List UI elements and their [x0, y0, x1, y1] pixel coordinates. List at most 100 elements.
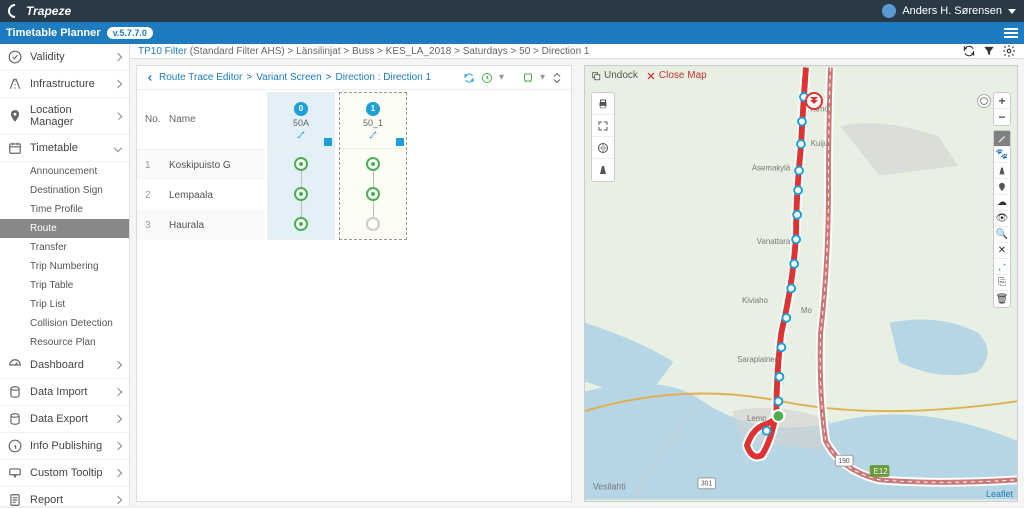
refresh-icon[interactable]: [463, 72, 475, 84]
marker-tool[interactable]: [994, 179, 1010, 195]
breadcrumb-part[interactable]: Direction 1: [542, 46, 590, 57]
road-tool[interactable]: [994, 163, 1010, 179]
table-row[interactable]: 3Haurala: [137, 210, 265, 240]
map-label: Mo: [801, 306, 813, 315]
close-map-button[interactable]: Close Map: [646, 70, 707, 81]
globe-icon: [597, 142, 609, 154]
gear-icon[interactable]: [1002, 44, 1016, 58]
map-route-icon[interactable]: [368, 130, 378, 140]
nav-timetable[interactable]: Timetable: [0, 135, 129, 162]
map-attribution[interactable]: Leaflet: [986, 489, 1013, 499]
row-no: 1: [145, 160, 169, 171]
nav-sub-destination[interactable]: Destination Sign: [0, 181, 129, 200]
nav-sub-transfer[interactable]: Transfer: [0, 238, 129, 257]
fullscreen-button[interactable]: [592, 115, 614, 137]
road-view-button[interactable]: [592, 159, 614, 181]
nav-location[interactable]: Location Manager: [0, 98, 129, 135]
map-canvas[interactable]: Vesilahti Asemakylä Kuiju Sarapiainen Va…: [585, 66, 1017, 501]
breadcrumb-part[interactable]: Länsilinjat: [296, 46, 340, 57]
map-indicator-icon: [396, 138, 404, 146]
nav-sub-triplist[interactable]: Trip List: [0, 295, 129, 314]
print-button[interactable]: [592, 93, 614, 115]
table-row[interactable]: 2Lempaala: [137, 180, 265, 210]
road-badge: 301: [701, 481, 713, 488]
filter-icon[interactable]: [982, 44, 996, 58]
pin-small-icon: [997, 182, 1007, 192]
undock-button[interactable]: Undock: [591, 70, 638, 81]
breadcrumb-part[interactable]: Saturdays: [463, 46, 508, 57]
nav-dataimport[interactable]: Data Import: [0, 379, 129, 406]
variant-column-selected[interactable]: 1 50_1: [339, 92, 407, 240]
cloud-tool[interactable]: ☁: [994, 195, 1010, 211]
breadcrumb-filter-link[interactable]: TP10 Filter: [138, 46, 187, 57]
nav-infopub[interactable]: Info Publishing: [0, 433, 129, 460]
pencil-tool[interactable]: [994, 131, 1010, 147]
avatar[interactable]: [882, 4, 896, 18]
editor-path[interactable]: Route Trace Editor: [159, 72, 242, 83]
collapse-icon[interactable]: [551, 72, 563, 84]
stop-node[interactable]: [294, 217, 308, 231]
copy-tool[interactable]: ⎘: [994, 275, 1010, 291]
globe-button[interactable]: [592, 137, 614, 159]
stop-node[interactable]: [294, 157, 308, 171]
nav-sub-announcement[interactable]: Announcement: [0, 162, 129, 181]
stop-node-inactive[interactable]: [366, 217, 380, 231]
row-name: Koskipuisto G: [169, 160, 231, 171]
variant-column[interactable]: 0 50A: [267, 92, 335, 240]
editor-path[interactable]: Variant Screen: [256, 72, 321, 83]
row-name: Haurala: [169, 220, 204, 231]
nav-sub-timeprofile[interactable]: Time Profile: [0, 200, 129, 219]
nav-report[interactable]: Report: [0, 487, 129, 506]
zoom-in-button[interactable]: +: [994, 93, 1010, 109]
chevron-icon: [114, 53, 122, 61]
chevron-down-icon: [114, 144, 122, 152]
clock-icon[interactable]: [481, 72, 493, 84]
chevron-down-icon[interactable]: [1008, 9, 1016, 14]
route-tool[interactable]: [994, 259, 1010, 275]
route-table: No.Name 1Koskipuisto G 2Lempaala 3Haural…: [137, 90, 571, 242]
table-row[interactable]: 1Koskipuisto G: [137, 150, 265, 180]
route-small-icon: [997, 262, 1007, 272]
nav-sub-resource[interactable]: Resource Plan: [0, 333, 129, 352]
nav-tooltip[interactable]: Custom Tooltip: [0, 460, 129, 487]
db-in-icon: [8, 385, 22, 399]
refresh-icon[interactable]: [962, 44, 976, 58]
breadcrumb-part[interactable]: Buss: [352, 46, 374, 57]
nav-label: Custom Tooltip: [30, 467, 103, 479]
username-label[interactable]: Anders H. Sørensen: [902, 5, 1002, 17]
nav-sub-tripnumbering[interactable]: Trip Numbering: [0, 257, 129, 276]
nav-validity[interactable]: Validity: [0, 44, 129, 71]
breadcrumb-part[interactable]: 50: [519, 46, 530, 57]
breadcrumb-part[interactable]: KES_LA_2018: [386, 46, 452, 57]
chevron-icon: [114, 361, 122, 369]
pin-icon: [8, 109, 22, 123]
stop-node[interactable]: [294, 187, 308, 201]
nav-sub-triptable[interactable]: Trip Table: [0, 276, 129, 295]
paw-tool[interactable]: 🐾: [994, 147, 1010, 163]
trash-tool[interactable]: 🗑: [994, 291, 1010, 307]
locate-button[interactable]: [977, 94, 991, 108]
bus-icon[interactable]: [522, 72, 534, 84]
nav-label: Dashboard: [30, 359, 84, 371]
scroll-down-marker[interactable]: [805, 92, 823, 110]
close-tool[interactable]: ✕: [994, 243, 1010, 259]
road-icon: [597, 164, 609, 176]
nav-dashboard[interactable]: Dashboard: [0, 352, 129, 379]
menu-toggle-button[interactable]: [1004, 28, 1018, 38]
zoom-out-button[interactable]: −: [994, 109, 1010, 125]
map-route-icon[interactable]: [296, 130, 306, 140]
nav-label: Validity: [30, 51, 65, 63]
map[interactable]: Undock Close Map + −: [584, 65, 1018, 502]
stop-node[interactable]: [366, 157, 380, 171]
nav-infrastructure[interactable]: Infrastructure: [0, 71, 129, 98]
search-tool[interactable]: 🔍: [994, 227, 1010, 243]
nav-dataexport[interactable]: Data Export: [0, 406, 129, 433]
print-icon: [597, 98, 609, 110]
chevron-left-icon[interactable]: [145, 73, 155, 83]
eye-tool[interactable]: 👁: [994, 211, 1010, 227]
nav-sub-route[interactable]: Route: [0, 219, 129, 238]
logo-arc-icon: [5, 1, 25, 21]
nav-sub-collision[interactable]: Collision Detection: [0, 314, 129, 333]
stop-node[interactable]: [366, 187, 380, 201]
chevron-icon: [114, 496, 122, 504]
